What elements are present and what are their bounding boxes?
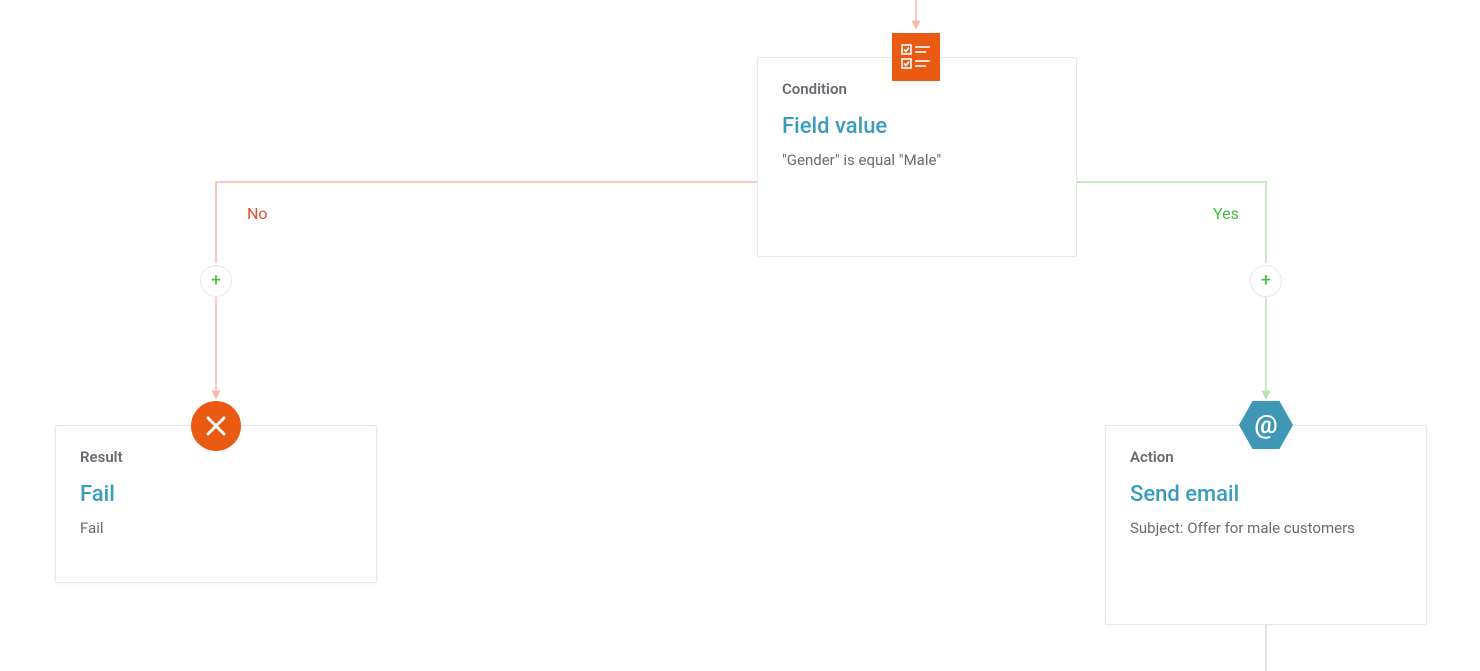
action-eyebrow: Action — [1130, 448, 1402, 466]
condition-description: "Gender" is equal "Male" — [782, 151, 1052, 169]
add-step-no-branch[interactable]: + — [200, 265, 232, 297]
plus-icon: + — [1261, 272, 1271, 290]
email-icon: @ — [1239, 401, 1293, 449]
add-step-yes-branch[interactable]: + — [1250, 265, 1282, 297]
condition-title: Field value — [782, 114, 1052, 139]
checklist-icon — [892, 33, 940, 81]
action-card[interactable]: Action Send email Subject: Offer for mal… — [1105, 425, 1427, 625]
action-title: Send email — [1130, 482, 1402, 507]
result-title: Fail — [80, 482, 352, 507]
result-description: Fail — [80, 519, 352, 537]
branch-yes-label: Yes — [1213, 204, 1239, 223]
branch-no-label: No — [247, 204, 268, 223]
plus-icon: + — [211, 272, 221, 290]
condition-eyebrow: Condition — [782, 80, 1052, 98]
condition-card[interactable]: Condition Field value "Gender" is equal … — [757, 57, 1077, 257]
workflow-canvas: No Yes + + Condition Field value "Gender… — [0, 0, 1480, 671]
action-description: Subject: Offer for male customers — [1130, 519, 1402, 537]
fail-icon — [191, 401, 241, 451]
